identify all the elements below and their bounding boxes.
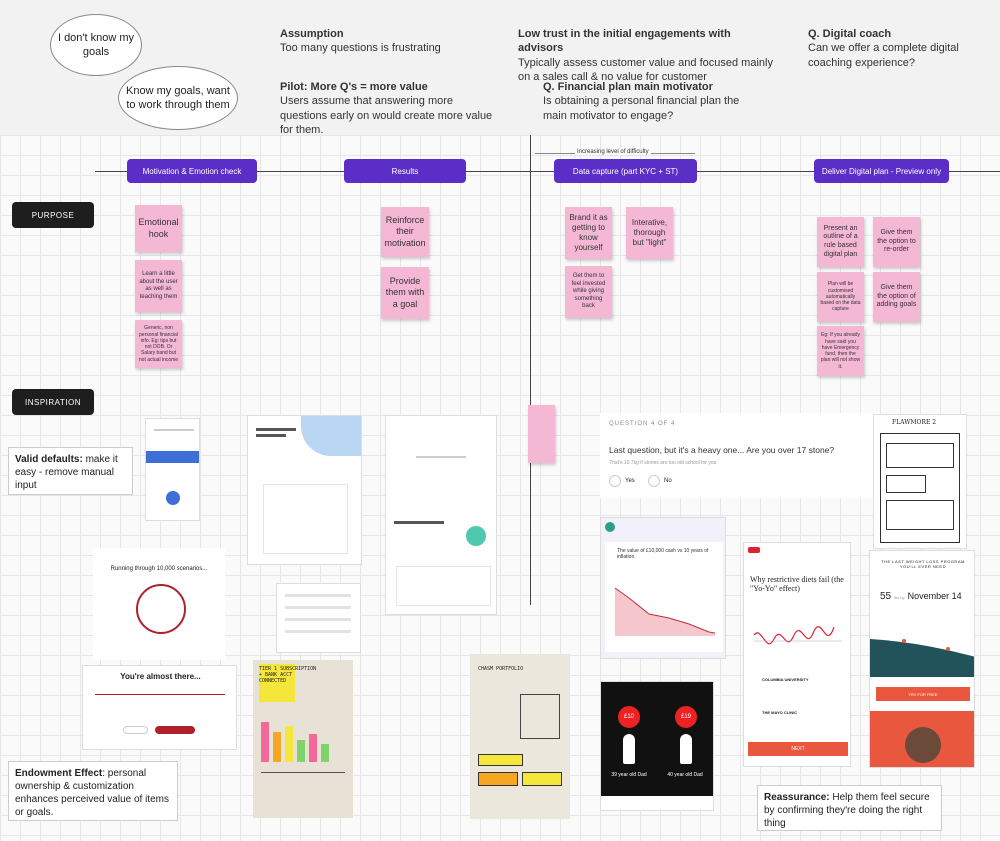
weight-curve	[870, 639, 974, 677]
inspiration-tag: INSPIRATION	[12, 389, 94, 415]
columbia-source: COLUMBIA UNIVERSITY	[762, 677, 809, 682]
sticky-present-outline[interactable]: Present an outline of a rule based digit…	[817, 217, 864, 267]
low-trust-note: Low trust in the initial engagements wit…	[518, 27, 778, 84]
reassurance-callout: Reassurance: Help them feel secure by co…	[757, 785, 942, 831]
sketch-subscription-photo: TIER 1 SUBSCRIPTION + BANK ACCT CONNECTE…	[253, 660, 353, 818]
lbs-value: 55	[880, 591, 892, 602]
no-label: No	[664, 478, 672, 484]
callout-bold: Endowment Effect	[15, 768, 103, 779]
sketch-text: TIER 1 SUBSCRIPTION + BANK ACCT CONNECTE…	[259, 666, 317, 684]
note-title: Low trust in the initial engagements wit…	[518, 28, 731, 55]
inspiration-yoyo-screen: Why restrictive diets fail (the "Yo-Yo" …	[743, 542, 851, 767]
note-title: Assumption	[280, 28, 344, 40]
inspiration-question-screen: QUESTION 4 OF 4 Last question, but it's …	[600, 413, 880, 498]
speech-bubble-unknown-goals: I don't know my goals	[50, 14, 142, 76]
inspiration-goal-list	[276, 583, 361, 653]
yes-label: Yes	[625, 478, 635, 484]
inspiration-insurance-ad: £10 £19 39 year old Dad 40 year old Dad	[600, 681, 714, 811]
stage-deliver-plan[interactable]: Deliver Digital plan - Preview only	[814, 159, 949, 183]
sticky-invested[interactable]: Get them to feel invested while giving s…	[565, 266, 612, 318]
wireframe-title: FLAWMORE 2	[892, 419, 937, 426]
sticky-learn-user[interactable]: Learn a little about the user as well as…	[135, 260, 182, 312]
note-title: Q. Digital coach	[808, 28, 892, 40]
continue-button[interactable]	[155, 726, 195, 734]
sticky-customised[interactable]: Plan will be customised automatically ba…	[817, 272, 864, 322]
sticky-small-note[interactable]	[528, 405, 555, 463]
mayo-source: THE MAYO CLINIC	[762, 710, 798, 715]
inspiration-recommendation-screen	[385, 415, 497, 615]
weight-loss-title: THE LAST WEIGHT LOSS PROGRAM YOU'LL EVER…	[881, 559, 965, 569]
dad-label-2: 40 year old Dad	[667, 772, 703, 778]
sticky-provide-goal[interactable]: Provide them with a goal	[381, 267, 429, 319]
stage-results[interactable]: Results	[344, 159, 466, 183]
inspiration-weight-screen	[145, 418, 200, 521]
question-subtext: That's 10.7kg if stones are too old scho…	[609, 460, 717, 466]
loader-text: Running through 10,000 scenarios...	[110, 566, 208, 572]
inflation-line	[614, 587, 716, 636]
inspiration-scenario-loader: Running through 10,000 scenarios...	[93, 548, 225, 660]
note-body: Can we offer a complete digital coaching…	[808, 42, 959, 69]
inspiration-landing-page	[247, 415, 362, 565]
try-free-button[interactable]: TRY FOR FREE	[876, 687, 970, 701]
sketch-portfolio-photo: CHASM PORTFOLIO	[470, 654, 570, 819]
inspiration-inflation-chart: The value of £10,000 cash vs 10 years of…	[600, 517, 726, 659]
endowment-callout: Endowment Effect: personal ownership & c…	[8, 761, 178, 821]
sticky-interactive[interactable]: Interative, thorough but "light"	[626, 207, 673, 259]
yoyo-chart	[753, 626, 842, 645]
dad-icon-1	[623, 734, 635, 764]
bubble-text: I don't know my goals	[57, 31, 135, 58]
note-title: Pilot: More Q's = more value	[280, 81, 428, 93]
next-button[interactable]: NEXT	[748, 742, 848, 756]
sticky-emotional-hook[interactable]: Emotional hook	[135, 205, 182, 252]
stage-data-capture[interactable]: Data capture (part KYC + ST)	[554, 159, 697, 183]
sticky-emergency-fund[interactable]: Eg: If you already have said you have Em…	[817, 326, 864, 376]
lbs-unit: lbs by	[894, 595, 905, 600]
valid-defaults-callout: Valid defaults: make it easy - remove ma…	[8, 447, 133, 495]
dad-icon-2	[680, 734, 692, 764]
note-body: Typically assess customer value and focu…	[518, 56, 773, 83]
inspiration-weight-loss-plan: THE LAST WEIGHT LOSS PROGRAM YOU'LL EVER…	[869, 550, 975, 768]
difficulty-label: Increasing level of difficulty	[575, 149, 651, 155]
sticky-reinforce[interactable]: Reinforce their motivation	[381, 207, 429, 257]
target-date: November 14	[907, 591, 962, 601]
callout-bold: Valid defaults:	[15, 454, 83, 465]
inspiration-wireframe-sketch: FLAWMORE 2	[873, 414, 967, 549]
inspiration-progress-screen: You're almost there...	[82, 665, 237, 750]
center-divider	[530, 135, 531, 605]
sticky-brand-it[interactable]: Brand it as getting to know yourself	[565, 207, 612, 259]
sticky-generic-info[interactable]: Generic, non personal financial info. Eg…	[135, 320, 182, 368]
speech-bubble-known-goals: Know my goals, want to work through them	[118, 66, 238, 130]
loader-circle	[136, 584, 186, 634]
question-text: Last question, but it's a heavy one... A…	[609, 445, 835, 455]
note-body: Users assume that answering more questio…	[280, 95, 493, 136]
price-badge-1: £10	[618, 706, 640, 728]
assumption-note: Assumption Too many questions is frustra…	[280, 27, 500, 56]
purpose-tag: PURPOSE	[12, 202, 94, 228]
sketch-text: CHASM PORTFOLIO	[478, 666, 524, 672]
progress-title: You're almost there...	[120, 672, 201, 681]
note-body: Is obtaining a personal financial plan t…	[543, 95, 740, 122]
bubble-text: Know my goals, want to work through them	[126, 84, 230, 111]
note-title: Q. Financial plan main motivator	[543, 81, 713, 93]
dad-label-1: 39 year old Dad	[611, 772, 647, 778]
note-body: Too many questions is frustrating	[280, 42, 441, 55]
callout-bold: Reassurance:	[764, 792, 830, 803]
yoyo-title: Why restrictive diets fail (the "Yo-Yo" …	[750, 575, 844, 593]
price-badge-2: £19	[675, 706, 697, 728]
coach-avatar	[905, 727, 941, 763]
stage-motivation[interactable]: Motivation & Emotion check	[127, 159, 257, 183]
question-label: QUESTION 4 OF 4	[609, 421, 676, 427]
pilot-note: Pilot: More Q's = more value Users assum…	[280, 80, 500, 137]
no-option[interactable]: No	[648, 475, 672, 487]
digital-coach-note: Q. Digital coach Can we offer a complete…	[808, 27, 988, 70]
chart-title: The value of £10,000 cash vs 10 years of…	[617, 548, 709, 560]
sticky-reorder[interactable]: Give them the option to re-order	[873, 217, 920, 267]
sticky-adding-goals[interactable]: Give them the option of adding goals	[873, 272, 920, 322]
financial-plan-note: Q. Financial plan main motivator Is obta…	[543, 80, 743, 123]
yes-option[interactable]: Yes	[609, 475, 635, 487]
